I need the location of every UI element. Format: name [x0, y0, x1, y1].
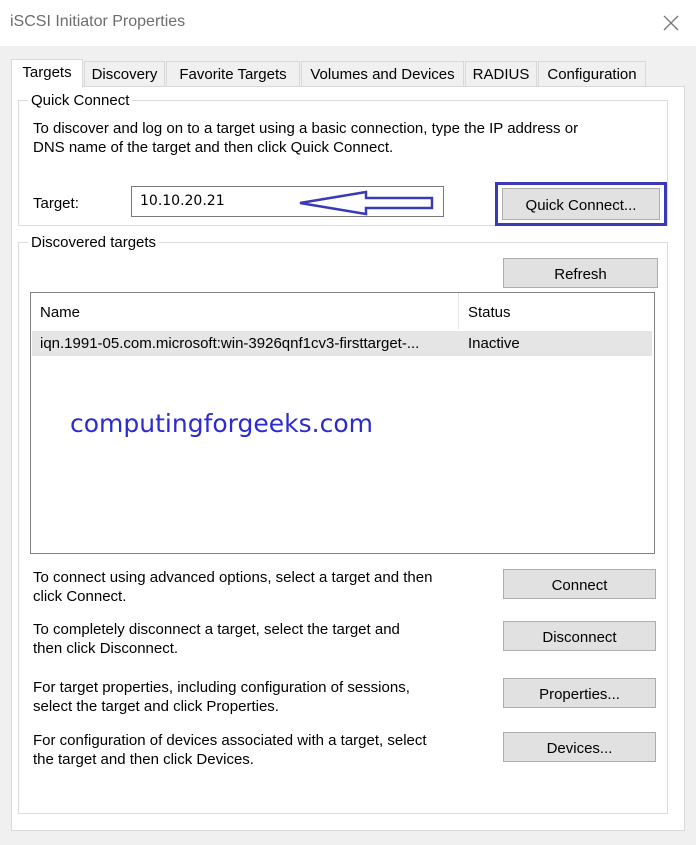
close-icon [663, 15, 679, 31]
table-row[interactable]: iqn.1991-05.com.microsoft:win-3926qnf1cv… [32, 331, 652, 356]
properties-button[interactable]: Properties... [503, 678, 656, 708]
column-header-status[interactable]: Status [468, 304, 511, 321]
window-title: iSCSI Initiator Properties [10, 13, 186, 30]
quick-connect-description-line1: To discover and log on to a target using… [33, 120, 579, 137]
target-label: Target: [33, 195, 79, 212]
close-button[interactable] [656, 8, 686, 38]
refresh-button[interactable]: Refresh [503, 258, 658, 288]
properties-description-line2: select the target and click Properties. [33, 698, 279, 715]
connect-button[interactable]: Connect [503, 569, 656, 599]
devices-description-line2: the target and then click Devices. [33, 751, 254, 768]
title-bar: iSCSI Initiator Properties [0, 0, 696, 46]
tab-radius[interactable]: RADIUS [465, 61, 537, 87]
connect-description-line1: To connect using advanced options, selec… [33, 569, 433, 586]
devices-description-line1: For configuration of devices associated … [33, 732, 427, 749]
quick-connect-button[interactable]: Quick Connect... [502, 188, 660, 220]
tab-targets[interactable]: Targets [11, 59, 83, 88]
watermark-text: computingforgeeks.com [70, 409, 373, 438]
devices-button[interactable]: Devices... [503, 732, 656, 762]
target-name-cell: iqn.1991-05.com.microsoft:win-3926qnf1cv… [40, 335, 420, 352]
tab-discovery[interactable]: Discovery [84, 61, 165, 87]
column-divider[interactable] [458, 293, 459, 329]
disconnect-button[interactable]: Disconnect [503, 621, 656, 651]
disconnect-description-line2: then click Disconnect. [33, 640, 179, 657]
column-header-name[interactable]: Name [40, 304, 80, 321]
quick-connect-legend: Quick Connect [28, 92, 133, 109]
connect-description-line2: click Connect. [33, 588, 127, 605]
tab-configuration[interactable]: Configuration [538, 61, 646, 87]
list-header: Name Status [31, 293, 654, 329]
tab-favorite-targets[interactable]: Favorite Targets [166, 61, 300, 87]
quick-connect-description-line2: DNS name of the target and then click Qu… [33, 139, 394, 156]
properties-description-line1: For target properties, including configu… [33, 679, 410, 696]
discovered-targets-legend: Discovered targets [28, 234, 160, 251]
target-status-cell: Inactive [468, 335, 520, 352]
disconnect-description-line1: To completely disconnect a target, selec… [33, 621, 400, 638]
tab-volumes-and-devices[interactable]: Volumes and Devices [301, 61, 464, 87]
annotation-arrow-icon [299, 190, 434, 216]
